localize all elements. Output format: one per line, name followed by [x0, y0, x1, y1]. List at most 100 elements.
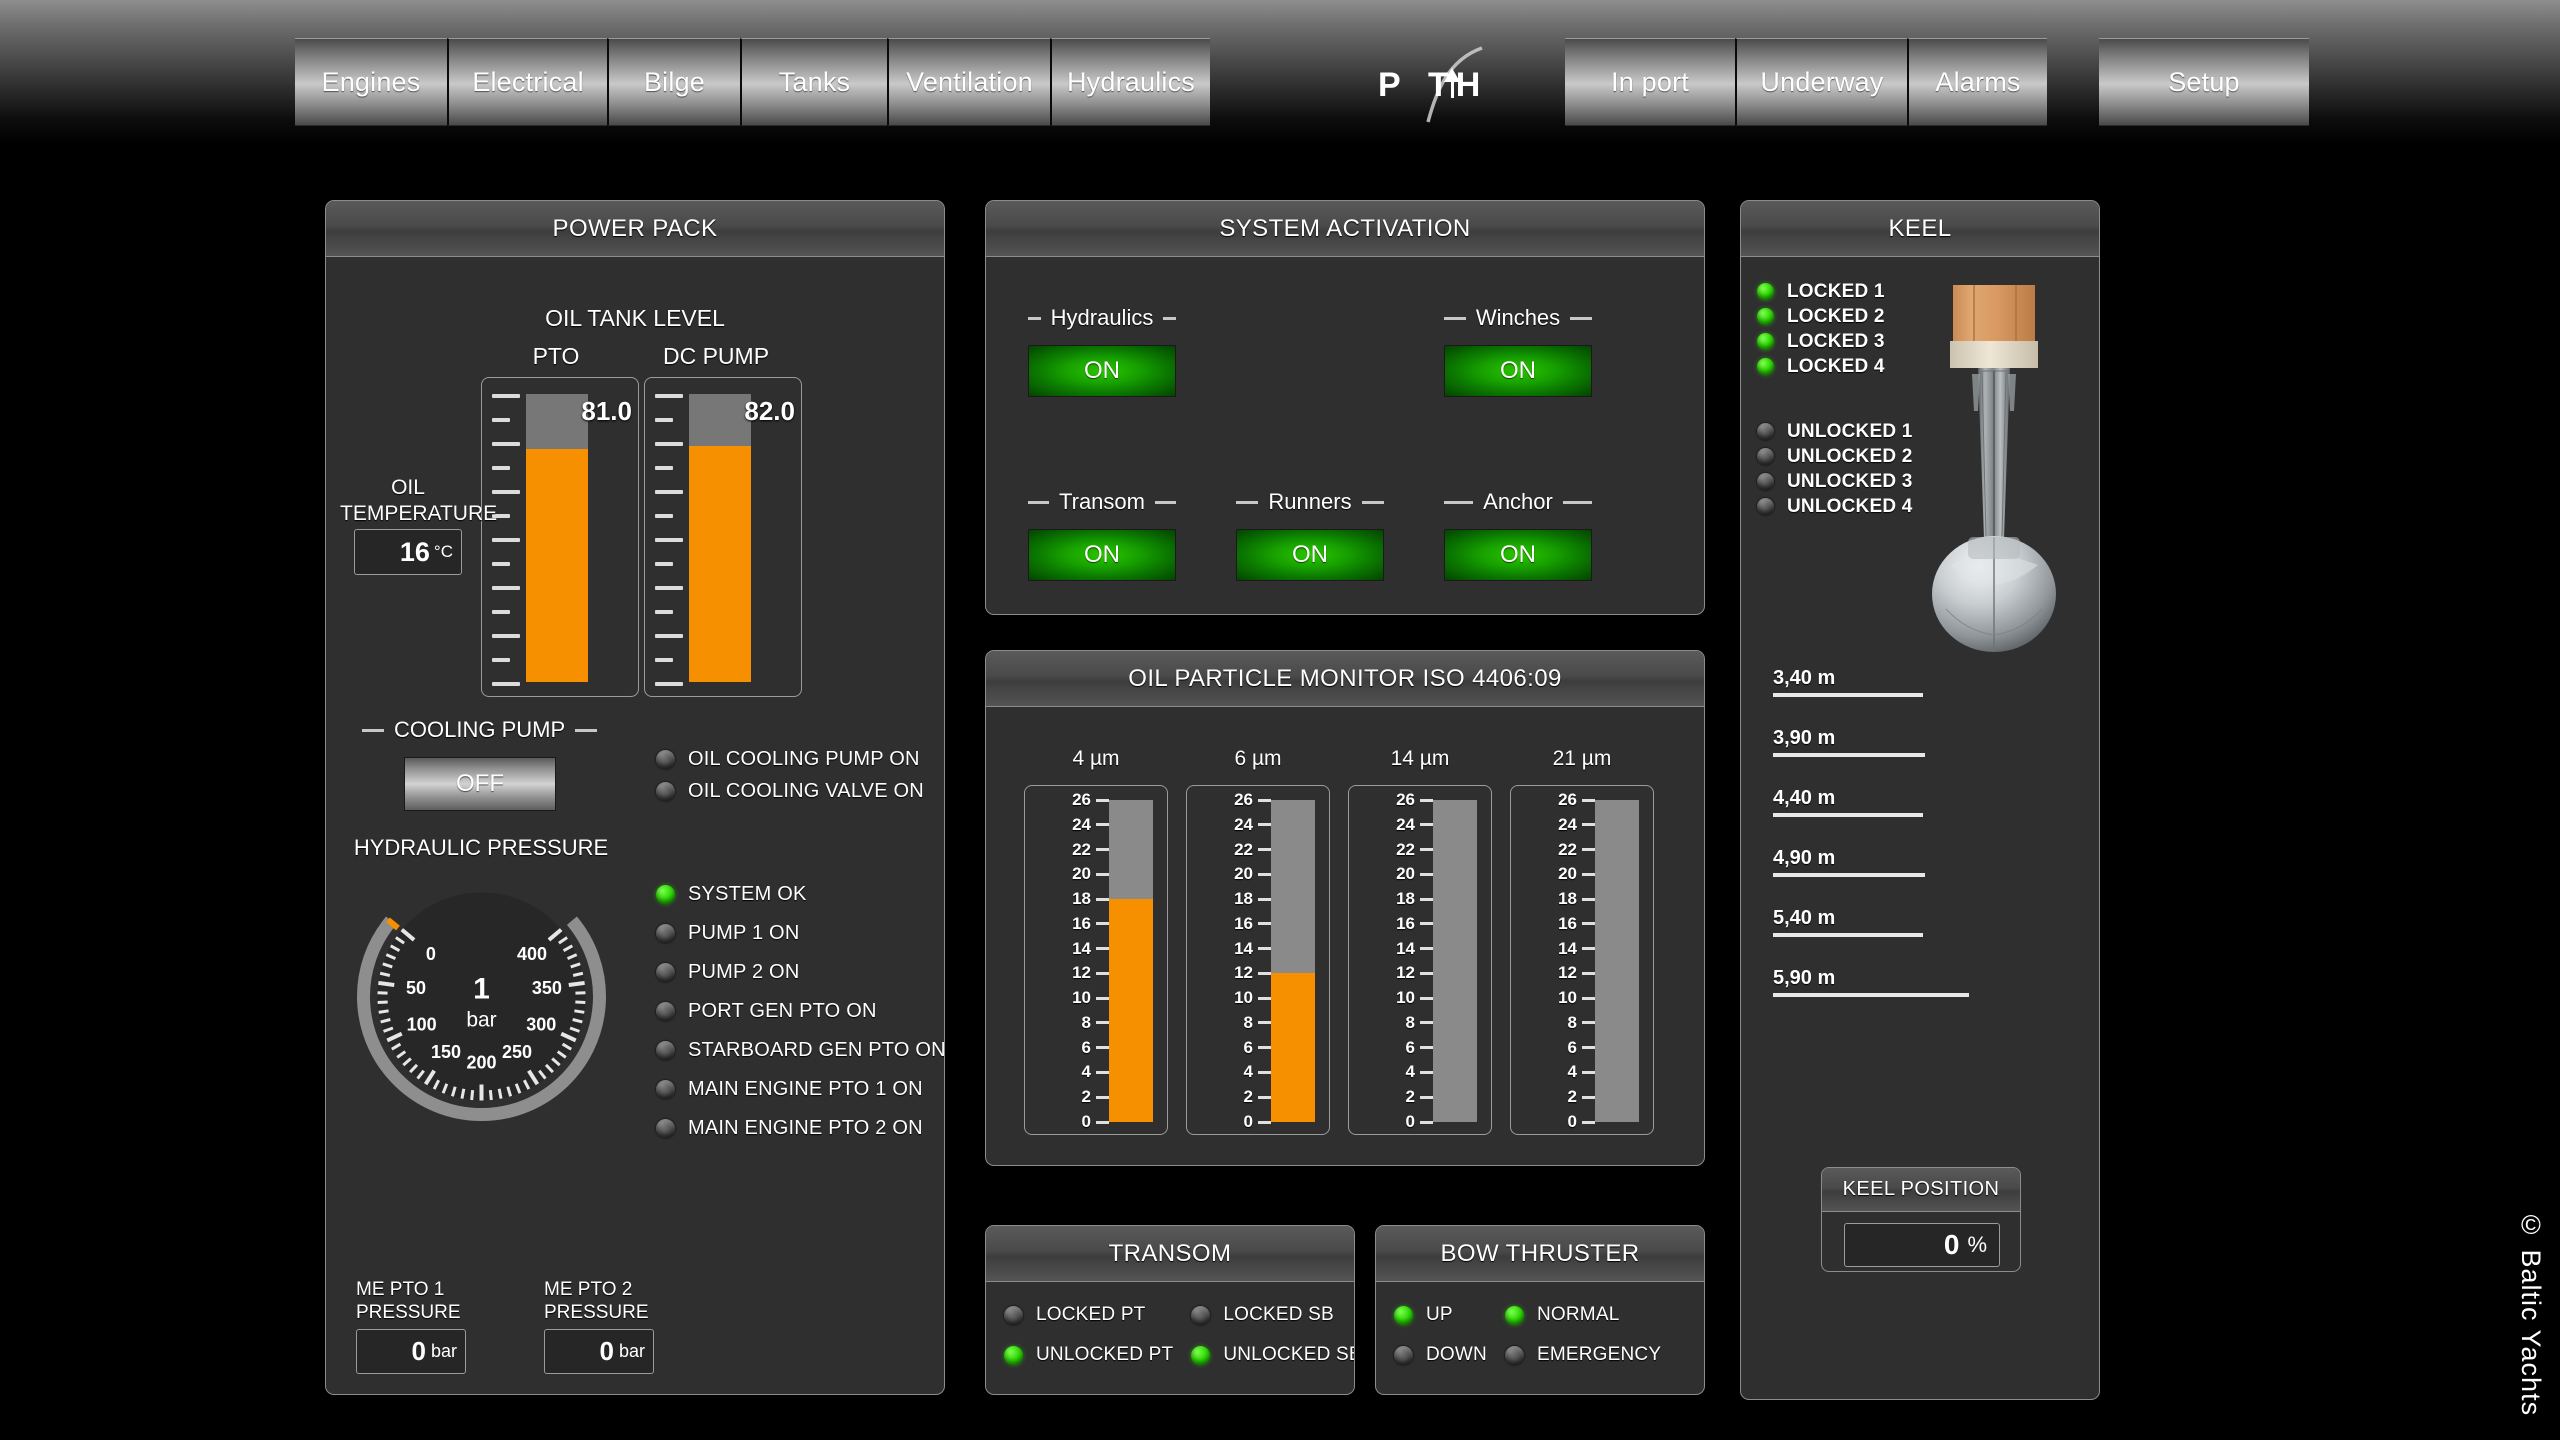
opm-scale-mark: [1582, 823, 1595, 827]
system-indicator-row: MAIN ENGINE PTO 1 ON: [656, 1070, 944, 1109]
opm-scale-row: 4: [1357, 1062, 1433, 1081]
tab-underway[interactable]: Underway: [1735, 38, 1907, 126]
indicator-label: LOCKED 4: [1787, 355, 1885, 377]
keel-depth-line: [1773, 813, 1923, 817]
system-toggle-runners[interactable]: ON: [1236, 529, 1384, 581]
opm-scale-number: 22: [1558, 839, 1577, 859]
led-off: [1757, 473, 1774, 490]
oil-temperature-label: OIL TEMPERATURE: [340, 476, 498, 525]
indicator-label: LOCKED 3: [1787, 330, 1885, 352]
opm-scale-number: 0: [1567, 1112, 1577, 1131]
cooling-indicator-row: OIL COOLING PUMP ON: [656, 743, 924, 775]
opm-scale-row: 0: [1357, 1112, 1433, 1131]
opm-scale-mark: [1096, 1120, 1109, 1124]
tab-hydraulics[interactable]: Hydraulics: [1050, 38, 1210, 126]
opm-scale-row: 14: [1357, 939, 1433, 958]
led-on: [1757, 283, 1774, 300]
tick-mark: [655, 586, 683, 590]
tab-engines[interactable]: Engines: [295, 38, 447, 126]
tab-alarms[interactable]: Alarms: [1907, 38, 2047, 126]
system-indicator-row: STARBOARD GEN PTO ON: [656, 1031, 944, 1070]
system-toggle-winches[interactable]: ON: [1444, 345, 1592, 397]
system-indicator-list: SYSTEM OK PUMP 1 ON PUMP 2 ON PORT GEN PTO …: [656, 875, 944, 1148]
system-indicator-row: SYSTEM OK: [656, 875, 944, 914]
keel-position-value: 0: [1943, 1229, 1960, 1260]
keel-depth-label: 4,90 m: [1773, 847, 1836, 869]
led-off: [1004, 1305, 1023, 1325]
opm-scale-row: 26: [1357, 790, 1433, 809]
opm-scale-number: 12: [1558, 963, 1577, 983]
nav-tabs-container: Engines Electrical Bilge Tanks Ventilation Hy…: [0, 38, 2560, 128]
keel-depth-line: [1773, 993, 1969, 997]
keel-depth-mark: 4,40 m: [1773, 787, 1923, 817]
system-toggle-hydraulics[interactable]: ON: [1028, 345, 1176, 397]
tab-in-port[interactable]: In port: [1565, 38, 1735, 126]
panel-title-oil-particle-monitor: OIL PARTICLE MONITOR ISO 4406:09: [986, 651, 1704, 707]
panel-bow-thruster: BOW THRUSTER UP NORMAL DOWN EMERGENCY: [1375, 1225, 1705, 1395]
tank-gauge-pto-fill: [526, 448, 588, 682]
opm-column-scale: 26 24 22 20 18 16 14 12 10 8 6 4 2 0: [1195, 790, 1271, 1131]
tick-mark: [655, 538, 683, 542]
tab-bilge[interactable]: Bilge: [607, 38, 740, 126]
opm-scale-number: 12: [1234, 963, 1253, 983]
divider-right: [1154, 500, 1176, 504]
tab-tanks[interactable]: Tanks: [740, 38, 887, 126]
divider-left: [1236, 500, 1259, 504]
indicator-label: OIL COOLING PUMP ON: [688, 747, 920, 770]
opm-scale-number: 18: [1396, 889, 1415, 909]
me-pto-1-pressure-label: ME PTO 1 PRESSURE: [356, 1279, 461, 1323]
cooling-pump-toggle-button[interactable]: OFF: [404, 757, 556, 811]
keel-depth-label: 5,90 m: [1773, 967, 1836, 989]
gauge-value: 1: [473, 973, 490, 1006]
keel-unlocked-indicator-list: UNLOCKED 1 UNLOCKED 2 UNLOCKED 3 UNLOCKED 4: [1757, 419, 1913, 519]
opm-scale-number: 16: [1234, 913, 1253, 933]
opm-scale-number: 22: [1234, 839, 1253, 859]
panel-oil-particle-monitor: OIL PARTICLE MONITOR ISO 4406:09 4 µm 26 2…: [985, 650, 1705, 1166]
opm-scale-row: 14: [1519, 939, 1595, 958]
opm-column-gauge: 26 24 22 20 18 16 14 12 10 8 6 4 2 0: [1024, 785, 1168, 1135]
led-on: [1504, 1305, 1524, 1325]
tab-electrical[interactable]: Electrical: [447, 38, 607, 126]
opm-scale-mark: [1258, 872, 1271, 876]
opm-scale-number: 26: [1558, 790, 1577, 809]
me-pto-1-pressure-unit: bar: [430, 1341, 457, 1361]
led-off: [656, 1002, 675, 1021]
opm-scale-mark: [1096, 1021, 1109, 1025]
system-toggle-transom[interactable]: ON: [1028, 529, 1176, 581]
opm-scale-number: 22: [1072, 839, 1091, 859]
divider-left: [1028, 500, 1049, 504]
gauge-tick-label: 300: [526, 1014, 556, 1034]
gauge-tick-label: 200: [466, 1053, 496, 1073]
tick-mark: [655, 394, 683, 398]
system-toggle-anchor[interactable]: ON: [1444, 529, 1592, 581]
divider-right: [1163, 316, 1176, 320]
tank-gauge-dc-pump-fill: [689, 445, 751, 682]
opm-bar-track: [1595, 800, 1639, 1122]
keel-depth-mark: 3,90 m: [1773, 727, 1925, 757]
led-off: [656, 749, 675, 769]
opm-scale-mark: [1258, 1120, 1271, 1124]
opm-scale-number: 10: [1396, 988, 1415, 1008]
gauge-tick-label: 50: [406, 978, 426, 998]
divider-right: [1562, 500, 1592, 504]
opm-scale-mark: [1582, 947, 1595, 951]
svg-text:TH: TH: [1428, 66, 1487, 104]
led-off: [1757, 498, 1774, 515]
oil-temperature-value: 16: [399, 536, 430, 567]
opm-scale-number: 18: [1234, 889, 1253, 909]
gauge-tick: [460, 1088, 466, 1099]
tank-gauge-dc-pump: 82.0: [644, 377, 802, 697]
opm-scale-mark: [1258, 971, 1271, 975]
panel-body-bow-thruster: UP NORMAL DOWN EMERGENCY: [1376, 1282, 1704, 1393]
indicator-label: UNLOCKED 2: [1787, 445, 1913, 467]
indicator-label: PUMP 2 ON: [688, 961, 800, 983]
opm-scale-mark: [1096, 971, 1109, 975]
opm-column-label: 14 µm: [1390, 747, 1450, 770]
led-off: [656, 1080, 675, 1099]
opm-scale-mark: [1582, 897, 1595, 901]
tab-ventilation[interactable]: Ventilation: [887, 38, 1050, 126]
opm-scale-row: 6: [1519, 1038, 1595, 1057]
tab-setup[interactable]: Setup: [2099, 38, 2309, 126]
opm-scale-row: 26: [1195, 790, 1271, 809]
opm-scale-mark: [1420, 971, 1433, 975]
